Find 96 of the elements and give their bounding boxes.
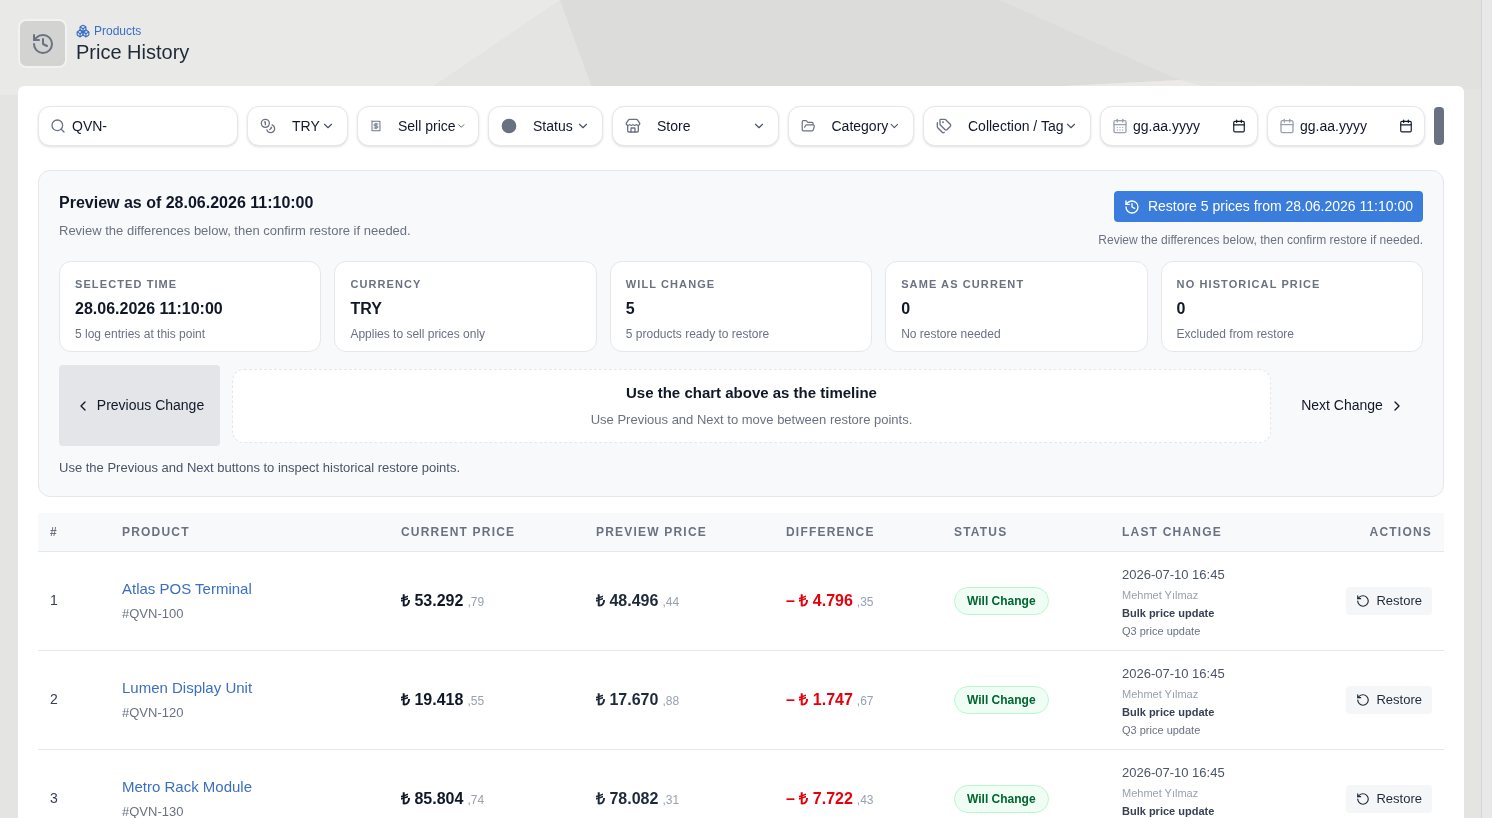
stat-label: WILL CHANGE [625, 277, 717, 292]
product-sku: #QVN-100 [122, 605, 185, 623]
stat-value: 0 [1176, 298, 1187, 319]
folder-icon [801, 118, 816, 134]
change-date: 2026-07-10 16:45 [1122, 664, 1226, 683]
price-text: ₺ 19.418 ,55 [401, 689, 486, 710]
column-header: CURRENT PRICE [401, 523, 517, 541]
stat-label: SELECTED TIME [75, 277, 179, 292]
price-text: – ₺ 7.722 ,43 [786, 788, 875, 809]
change-reason: Bulk price update [1122, 605, 1216, 621]
price-text: ₺ 85.804 ,74 [401, 788, 486, 809]
scrollbar-thumb[interactable] [1434, 107, 1444, 145]
calendar-icon [1232, 119, 1246, 133]
column-header: DIFFERENCE [786, 523, 876, 541]
column-header: PRODUCT [122, 523, 191, 541]
stat-label: SAME AS CURRENT [901, 277, 1026, 292]
date-field[interactable]: gg.aa.yyyy [1267, 106, 1425, 146]
undo-icon [1356, 593, 1371, 608]
change-reason: Bulk price update [1122, 704, 1216, 720]
product-link[interactable]: Metro Rack Module [122, 775, 253, 798]
filter-dropdown[interactable]: Status [488, 106, 603, 146]
stat-label: CURRENCY [350, 277, 423, 292]
history-icon [1123, 198, 1140, 215]
search-field[interactable]: QVN- [38, 106, 238, 146]
filter-dropdown[interactable]: Category [788, 106, 914, 146]
calendar-icon [1112, 118, 1128, 134]
column-header: ACTIONS [1369, 523, 1432, 541]
date-field[interactable]: gg.aa.yyyy [1100, 106, 1258, 146]
previous-change-button[interactable]: Previous Change [59, 365, 220, 446]
next-change-button[interactable]: Next Change [1283, 365, 1423, 446]
change-user: Mehmet Yılmaz [1122, 686, 1200, 702]
row-number: 2 [50, 690, 59, 709]
boxes-icon [76, 24, 90, 38]
change-reason: Bulk price update [1122, 803, 1216, 818]
restore-row-button[interactable]: Restore [1346, 586, 1432, 615]
stat-note: Applies to sell prices only [350, 325, 487, 343]
stat-label: NO HISTORICAL PRICE [1176, 277, 1322, 292]
restore-row-button[interactable]: Restore [1346, 685, 1432, 714]
stat-note: No restore needed [901, 325, 1002, 343]
stat-value: 0 [901, 298, 912, 319]
row-number: 3 [50, 789, 59, 808]
receipt-icon [370, 118, 382, 134]
column-header: STATUS [954, 523, 1009, 541]
timeline-footer-note: Use the Previous and Next buttons to inspect historical restore points. [59, 459, 462, 477]
status-badge: Will Change [954, 586, 1049, 615]
undo-icon [1356, 692, 1371, 707]
coins-icon [260, 118, 276, 134]
history-icon [30, 31, 55, 56]
column-header: PREVIEW PRICE [596, 523, 708, 541]
price-text: ₺ 53.292 ,79 [401, 590, 486, 611]
restore-hint: Review the differences below, then confirm restore if needed. [1098, 232, 1423, 249]
stat-note: 5 log entries at this point [75, 325, 207, 343]
tags-icon [936, 118, 952, 134]
restore-row-button[interactable]: Restore [1346, 784, 1432, 813]
product-link[interactable]: Atlas POS Terminal [122, 577, 252, 600]
price-text: ₺ 17.670 ,88 [596, 689, 681, 710]
column-header: LAST CHANGE [1122, 523, 1223, 541]
price-text: – ₺ 1.747 ,67 [786, 689, 875, 710]
price-text: – ₺ 4.796 ,35 [786, 590, 875, 611]
change-note: Q3 price update [1122, 722, 1202, 738]
filter-dropdown[interactable]: TRY [247, 106, 348, 146]
circle-icon [501, 118, 517, 134]
product-sku: #QVN-130 [122, 803, 185, 818]
price-text: ₺ 48.496 ,44 [596, 590, 681, 611]
timeline-title: Use the chart above as the timeline [626, 382, 877, 403]
stat-note: Excluded from restore [1176, 325, 1295, 343]
change-date: 2026-07-10 16:45 [1122, 565, 1226, 584]
timeline-text: Use Previous and Next to move between restore points. [590, 411, 913, 429]
product-link[interactable]: Lumen Display Unit [122, 676, 253, 699]
preview-title: Preview as of 28.06.2026 11:10:00 [59, 193, 315, 213]
status-badge: Will Change [954, 784, 1049, 813]
stat-value: TRY [350, 298, 383, 319]
stat-value: 5 [625, 298, 636, 319]
undo-icon [1356, 791, 1371, 806]
stat-value: 28.06.2026 11:10:00 [75, 298, 224, 319]
filter-dropdown[interactable]: Store [612, 106, 779, 146]
change-date: 2026-07-10 16:45 [1122, 763, 1226, 782]
store-icon [625, 118, 641, 134]
change-user: Mehmet Yılmaz [1122, 785, 1200, 801]
change-note: Q3 price update [1122, 623, 1202, 639]
price-text: ₺ 78.082 ,31 [596, 788, 681, 809]
product-sku: #QVN-120 [122, 704, 185, 722]
stat-note: 5 products ready to restore [625, 325, 771, 343]
preview-subtitle: Review the differences below, then confirm restore if needed. [59, 222, 411, 240]
breadcrumb-link[interactable]: Products [76, 22, 190, 40]
status-badge: Will Change [954, 685, 1049, 714]
row-number: 1 [50, 591, 59, 610]
filter-dropdown[interactable]: Sell price [357, 106, 479, 146]
calendar-icon [1279, 118, 1295, 134]
calendar-icon [1399, 119, 1413, 133]
change-user: Mehmet Yılmaz [1122, 587, 1200, 603]
page-title: Price History [76, 40, 190, 65]
filter-dropdown[interactable]: Collection / Tag [923, 106, 1091, 146]
restore-prices-button[interactable]: Restore 5 prices from 28.06.2026 11:10:00 [1113, 191, 1423, 222]
column-header: # [50, 523, 59, 541]
search-icon [50, 118, 66, 134]
